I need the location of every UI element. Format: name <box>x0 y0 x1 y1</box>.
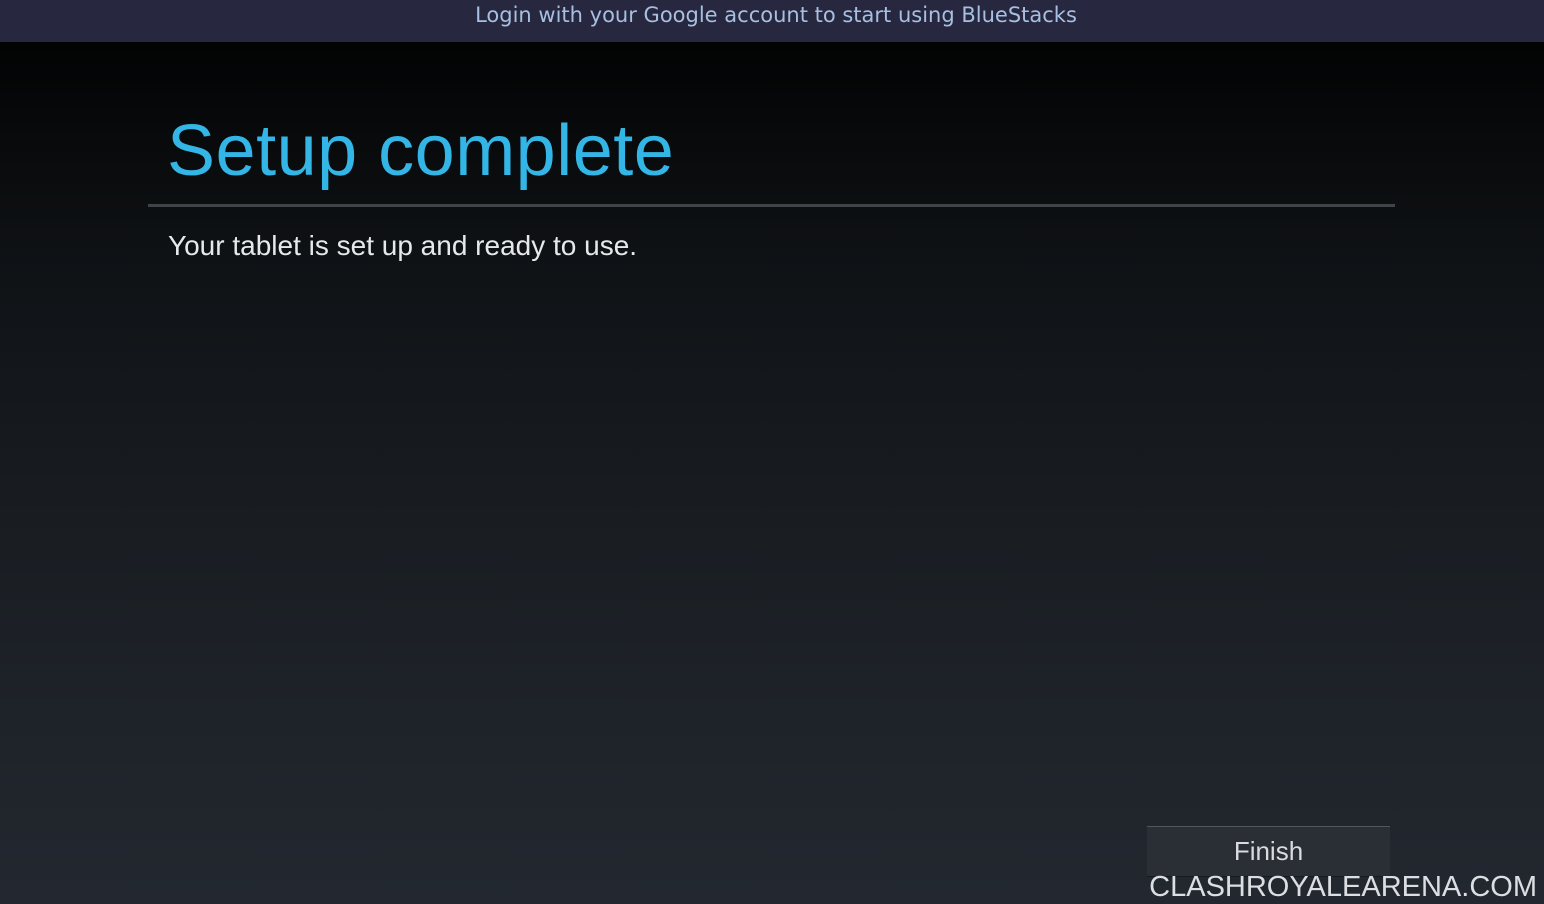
title-divider <box>148 204 1395 207</box>
setup-wizard-page: Setup complete Your tablet is set up and… <box>0 42 1544 904</box>
page-title: Setup complete <box>167 111 675 191</box>
login-banner-text: Login with your Google account to start … <box>475 3 1077 27</box>
setup-message: Your tablet is set up and ready to use. <box>168 230 638 261</box>
finish-button-label: Finish <box>1233 836 1304 866</box>
watermark: CLASHROYALEARENA.COM <box>1149 871 1537 903</box>
login-banner: Login with your Google account to start … <box>0 0 1544 42</box>
setup-screen: Login with your Google account to start … <box>0 0 1544 904</box>
